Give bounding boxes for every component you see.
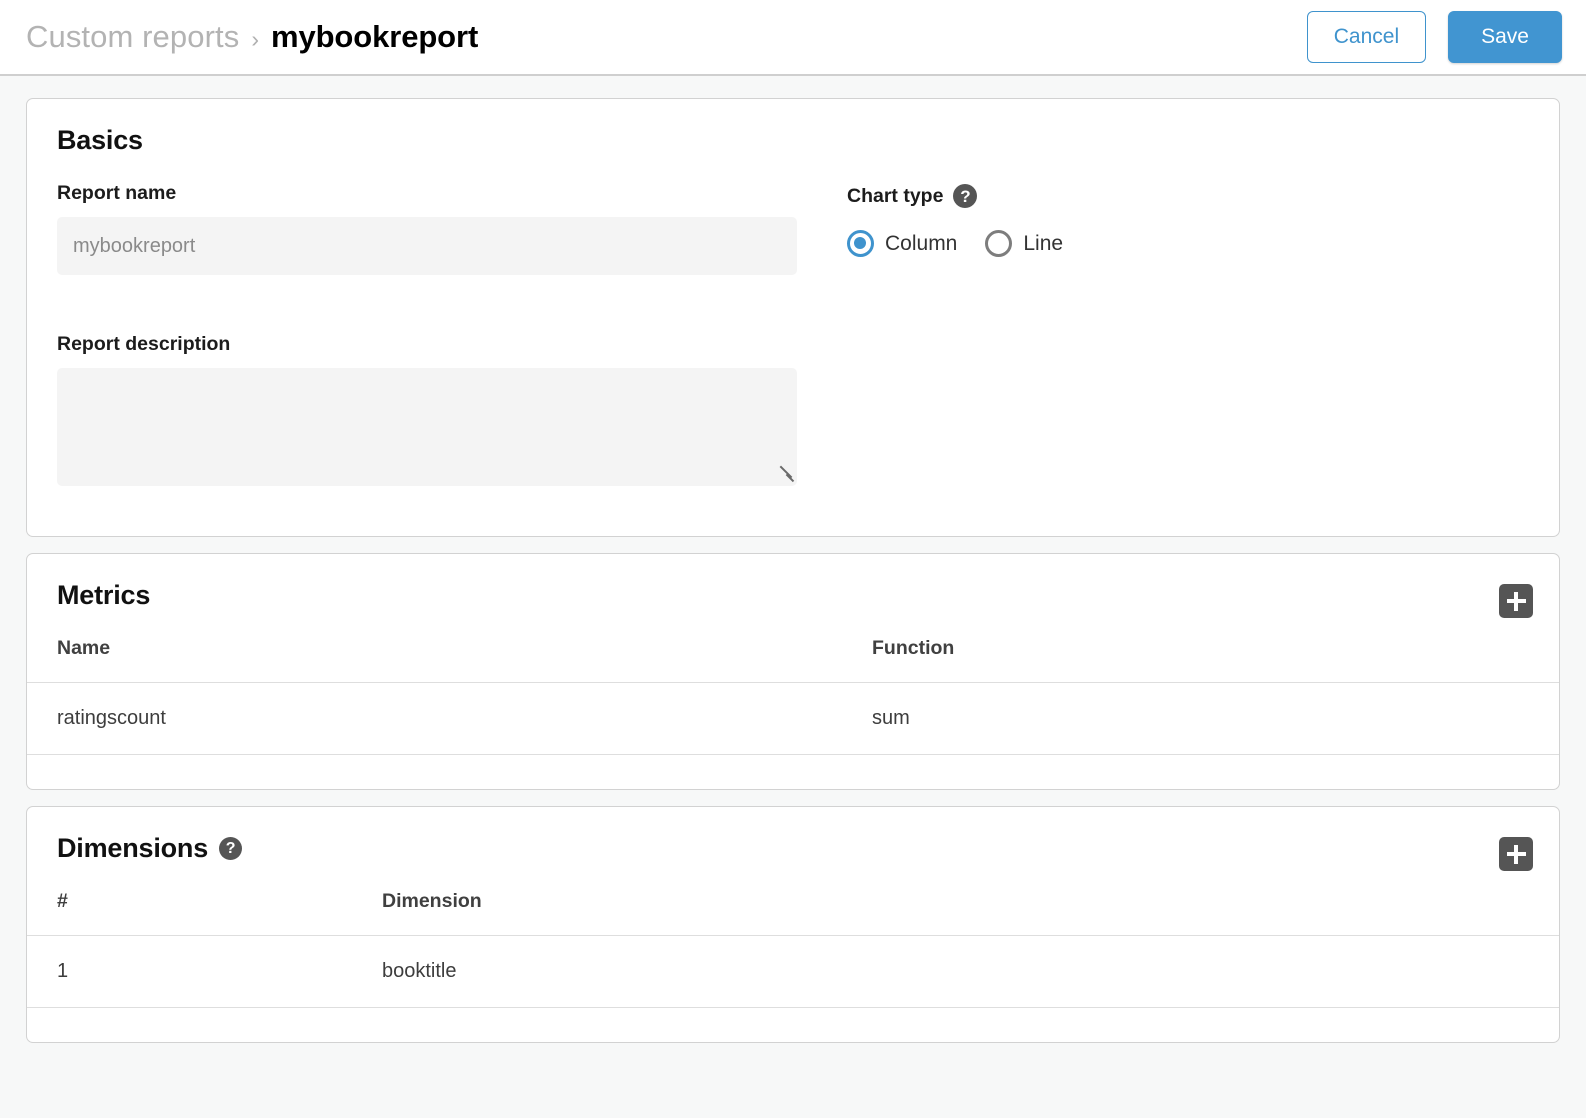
dimensions-header-row: # Dimension	[27, 890, 1559, 936]
help-icon-dimensions[interactable]: ?	[219, 837, 242, 860]
basics-title: Basics	[57, 125, 1529, 156]
chart-type-label: Chart type ?	[847, 184, 1529, 208]
chart-type-option-line[interactable]: Line	[985, 230, 1063, 257]
metrics-table-head: Name Function	[27, 637, 1559, 683]
dimensions-table: # Dimension 1 booktitle	[27, 890, 1559, 1008]
basics-card: Basics Report name Report description	[26, 98, 1560, 537]
report-description-label: Report description	[57, 333, 797, 356]
report-name-input[interactable]	[57, 217, 797, 275]
plus-icon-vertical	[1514, 845, 1517, 864]
dimensions-table-head: # Dimension	[27, 890, 1559, 936]
metrics-title-text: Metrics	[57, 580, 150, 611]
metrics-card: Metrics Name Function ratingscount sum	[26, 553, 1560, 790]
report-description-textarea[interactable]	[57, 368, 797, 486]
dimensions-cell-dimension: booktitle	[382, 936, 1559, 1008]
dimensions-title: Dimensions ?	[57, 833, 1529, 864]
breadcrumb-parent-link[interactable]: Custom reports	[26, 19, 239, 55]
metrics-card-footer	[27, 755, 1559, 789]
dimensions-title-text: Dimensions	[57, 833, 208, 864]
metrics-cell-name: ratingscount	[27, 683, 872, 755]
top-bar: Custom reports › mybookreport Cancel Sav…	[0, 0, 1586, 76]
basics-left-column: Report name Report description	[57, 182, 797, 486]
radio-column-indicator[interactable]	[847, 230, 874, 257]
report-name-label: Report name	[57, 182, 797, 205]
chart-type-option-column[interactable]: Column	[847, 230, 957, 257]
chart-type-radio-group: Column Line	[847, 230, 1529, 257]
metrics-table: Name Function ratingscount sum	[27, 637, 1559, 755]
metrics-header-row: Name Function	[27, 637, 1559, 683]
table-row[interactable]: 1 booktitle	[27, 936, 1559, 1008]
basics-right-column: Chart type ? Column Line	[847, 182, 1529, 486]
dimensions-column-header-dimension: Dimension	[382, 890, 1559, 936]
help-icon-chart-type[interactable]: ?	[953, 184, 977, 208]
add-metric-button[interactable]	[1499, 584, 1533, 618]
basics-title-text: Basics	[57, 125, 143, 156]
metrics-table-body: ratingscount sum	[27, 683, 1559, 755]
metrics-column-header-function: Function	[872, 637, 1559, 683]
cancel-button[interactable]: Cancel	[1307, 11, 1426, 63]
dimensions-table-body: 1 booktitle	[27, 936, 1559, 1008]
save-button[interactable]: Save	[1448, 11, 1562, 63]
dimensions-cell-index: 1	[27, 936, 382, 1008]
metrics-title: Metrics	[57, 580, 1529, 611]
metrics-column-header-name: Name	[27, 637, 872, 683]
top-bar-actions: Cancel Save	[1307, 11, 1562, 63]
table-row[interactable]: ratingscount sum	[27, 683, 1559, 755]
radio-line-label: Line	[1023, 232, 1063, 256]
dimensions-card: Dimensions ? # Dimension 1 booktitle	[26, 806, 1560, 1043]
radio-line-indicator[interactable]	[985, 230, 1012, 257]
report-description-wrapper	[57, 368, 797, 486]
breadcrumb: Custom reports › mybookreport	[26, 19, 1307, 55]
radio-column-label: Column	[885, 232, 957, 256]
basics-grid: Report name Report description Chart typ…	[57, 182, 1529, 536]
plus-icon-vertical	[1514, 592, 1517, 611]
metrics-cell-function: sum	[872, 683, 1559, 755]
dimensions-column-header-index: #	[27, 890, 382, 936]
add-dimension-button[interactable]	[1499, 837, 1533, 871]
chevron-right-icon: ›	[251, 26, 259, 53]
chart-type-label-text: Chart type	[847, 185, 943, 208]
page-title: mybookreport	[271, 19, 478, 55]
dimensions-card-footer	[27, 1008, 1559, 1042]
page-content: Basics Report name Report description	[0, 76, 1586, 1043]
